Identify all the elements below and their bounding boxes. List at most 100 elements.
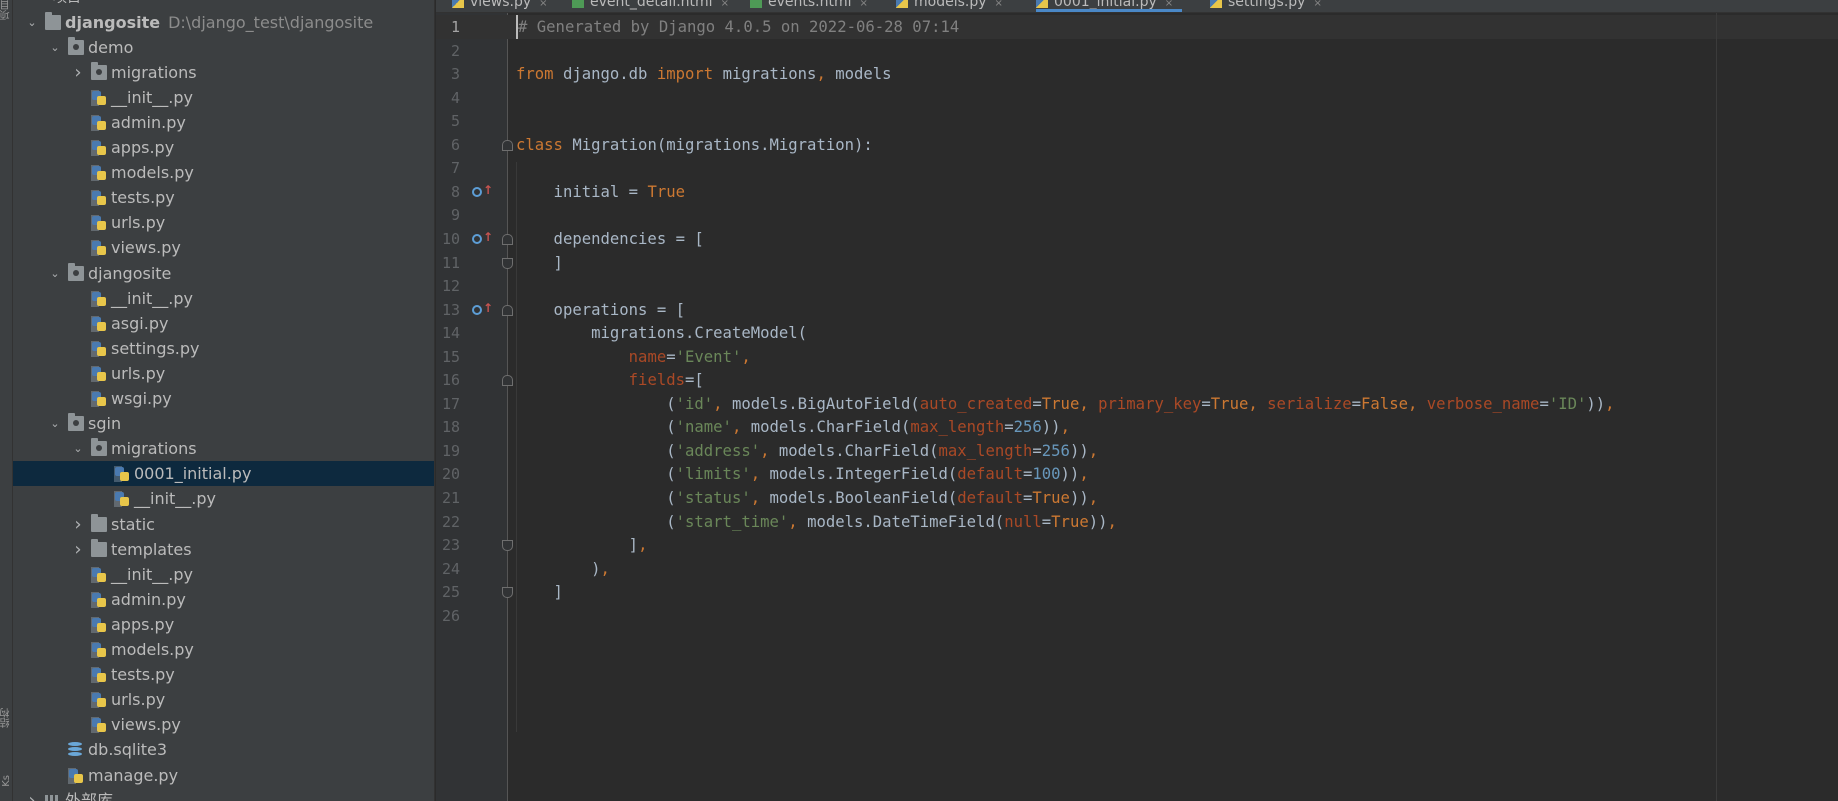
tree-item[interactable]: __init__.py (13, 286, 434, 311)
tree-item[interactable]: urls.py (13, 687, 434, 712)
tab-event-detail-html[interactable]: event_detail.html × (572, 0, 729, 12)
tree-item[interactable]: asgi.py (13, 311, 434, 336)
tree-item[interactable]: › 外部库 (13, 788, 434, 801)
close-icon[interactable]: × (995, 0, 1003, 9)
close-icon[interactable]: × (1313, 0, 1321, 9)
project-panel-title[interactable]: 项目 (53, 0, 81, 7)
tree-item[interactable]: admin.py (13, 587, 434, 612)
chevron-down-icon[interactable]: ⌄ (48, 261, 62, 286)
fold-end-icon[interactable] (502, 540, 513, 552)
tree-item[interactable]: models.py (13, 160, 434, 185)
chevron-right-icon[interactable]: › (71, 537, 85, 562)
override-gutter-icon[interactable]: ↑ (472, 301, 493, 317)
code-line[interactable]: operations = [ (516, 298, 685, 322)
chevron-down-icon[interactable]: ⌄ (71, 436, 85, 461)
fold-end-icon[interactable] (502, 257, 513, 269)
tree-item[interactable]: __init__.py (13, 486, 434, 511)
code-line[interactable]: ] (516, 251, 563, 275)
chevron-down-icon[interactable]: ⌄ (48, 35, 62, 60)
code-line[interactable]: ('address', models.CharField(max_length=… (516, 439, 1098, 463)
python-file-icon (452, 0, 464, 8)
tree-item[interactable]: apps.py (13, 135, 434, 160)
gear-icon[interactable]: ⚙ (375, 0, 391, 3)
chevron-right-icon[interactable]: › (71, 512, 85, 537)
close-icon[interactable]: × (721, 0, 729, 9)
structure-tool-label[interactable]: 结构 (0, 708, 13, 728)
expand-icon[interactable]: ⌃ (331, 0, 347, 3)
tree-item[interactable]: manage.py (13, 763, 434, 788)
chevron-down-icon[interactable]: ⌄ (25, 10, 39, 35)
close-icon[interactable]: × (1165, 0, 1173, 9)
close-icon[interactable]: × (539, 0, 547, 9)
code-line[interactable]: ], (516, 533, 648, 557)
tree-item[interactable]: __init__.py (13, 562, 434, 587)
locate-icon[interactable]: ◎ (279, 0, 295, 3)
tree-item[interactable]: ⌄ migrations (13, 436, 434, 461)
collapse-all-icon[interactable]: ≡ (305, 0, 321, 3)
code-line[interactable]: class Migration(migrations.Migration): (516, 133, 873, 157)
code-line[interactable]: ('id', models.BigAutoField(auto_created=… (516, 392, 1614, 416)
tab-models-py[interactable]: models.py × (896, 0, 1003, 12)
tree-item[interactable]: ⌄ sgin (13, 411, 434, 436)
tree-item[interactable]: db.sqlite3 (13, 737, 434, 762)
python-file-icon (91, 616, 107, 633)
override-gutter-icon[interactable]: ↑ (472, 230, 493, 246)
code-line[interactable]: from django.db import migrations, models (516, 62, 892, 86)
close-icon[interactable]: × (860, 0, 868, 9)
tree-item[interactable]: __init__.py (13, 85, 434, 110)
code-token: , (741, 347, 751, 366)
tree-item[interactable]: › static (13, 512, 434, 537)
tree-item[interactable]: ⌄ djangosite D:\django_test\djangosite (13, 10, 434, 35)
tree-item[interactable]: apps.py (13, 612, 434, 637)
code-line[interactable]: dependencies = [ (516, 227, 704, 251)
code-token: models.DateTimeField( (807, 512, 1005, 531)
tree-item[interactable]: wsgi.py (13, 386, 434, 411)
tree-item[interactable]: ⌄ demo (13, 35, 434, 60)
tab-views-py[interactable]: views.py × (452, 0, 548, 12)
code-line[interactable]: ), (516, 557, 610, 581)
python-file-icon (91, 591, 107, 608)
override-gutter-icon[interactable]: ↑ (472, 183, 493, 199)
code-line[interactable]: ('start_time', models.DateTimeField(null… (516, 510, 1117, 534)
fold-start-icon[interactable] (502, 375, 513, 387)
tree-item[interactable]: views.py (13, 235, 434, 260)
tree-item-label: wsgi.py (111, 389, 172, 408)
tree-item[interactable]: admin.py (13, 110, 434, 135)
chevron-right-icon[interactable]: › (71, 60, 85, 85)
code-token: = (1351, 394, 1362, 413)
tree-item[interactable]: tests.py (13, 185, 434, 210)
fold-start-icon[interactable] (502, 233, 513, 245)
code-line[interactable]: migrations.CreateModel( (516, 321, 807, 345)
tree-item-label: djangosite (88, 263, 172, 283)
chevron-right-icon[interactable]: › (25, 788, 39, 801)
chevron-down-icon[interactable]: ⌄ (48, 411, 62, 436)
code-line[interactable]: name='Event', (516, 345, 751, 369)
tree-item[interactable]: › templates (13, 537, 434, 562)
tab-events-html[interactable]: events.html × (750, 0, 868, 12)
code-token: max_length (910, 418, 1005, 437)
code-line[interactable]: ('status', models.BooleanField(default=T… (516, 486, 1098, 510)
line-number: 17 (441, 394, 460, 413)
fold-start-icon[interactable] (502, 139, 513, 151)
fold-end-icon[interactable] (502, 587, 513, 599)
code-line[interactable]: ('name', models.CharField(max_length=256… (516, 415, 1070, 439)
tree-item[interactable]: tests.py (13, 662, 434, 687)
tree-item[interactable]: urls.py (13, 210, 434, 235)
code-line[interactable]: # Generated by Django 4.0.5 on 2022-06-2… (516, 15, 959, 39)
bookmarks-tool-label[interactable]: Ks (0, 775, 13, 787)
tree-item[interactable]: settings.py (13, 336, 434, 361)
tree-item[interactable]: models.py (13, 637, 434, 662)
tree-item[interactable]: › migrations (13, 60, 434, 85)
tree-item-selected[interactable]: 0001_initial.py (13, 461, 434, 487)
tree-item[interactable]: ⌄ djangosite (13, 261, 434, 286)
fold-start-icon[interactable] (502, 304, 513, 316)
code-line[interactable]: initial = True (516, 180, 685, 204)
tree-item[interactable]: views.py (13, 712, 434, 737)
code-line[interactable]: ] (516, 580, 563, 604)
tab-settings-py[interactable]: settings.py × (1210, 0, 1322, 12)
code-line[interactable]: ('limits', models.IntegerField(default=1… (516, 462, 1089, 486)
tree-item-path: D:\django_test\djangosite (168, 12, 374, 32)
tree-item[interactable]: urls.py (13, 361, 434, 386)
code-line[interactable]: fields=[ (516, 368, 704, 392)
project-tool-label[interactable]: 项目 (0, 0, 13, 20)
